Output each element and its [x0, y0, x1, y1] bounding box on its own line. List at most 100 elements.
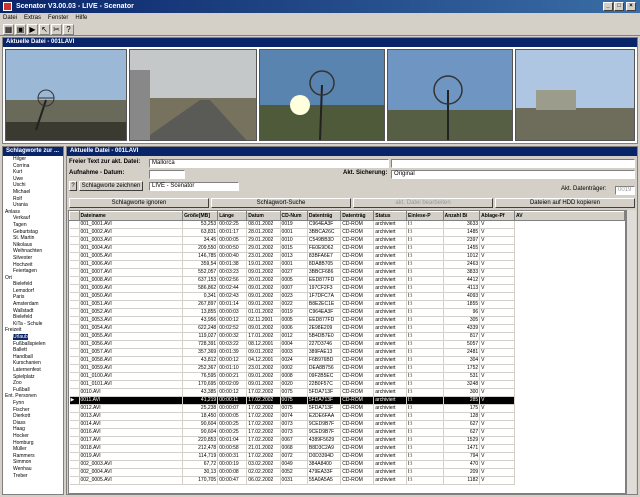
table-cell[interactable]: CD-ROM: [340, 396, 375, 405]
table-cell[interactable]: archiviert: [373, 420, 408, 429]
table-cell[interactable]: CD-ROM: [340, 460, 375, 469]
tree-item[interactable]: Müller: [5, 446, 63, 453]
table-cell[interactable]: B8D3C2A9: [307, 444, 342, 453]
table-cell[interactable]: EED877FD: [307, 316, 342, 325]
file-grid[interactable]: Dateiname Größe[MB] Länge Datum CD-Num Datent…: [68, 210, 626, 494]
table-cell[interactable]: I:\: [406, 308, 444, 317]
table-cell[interactable]: I:\: [406, 300, 444, 309]
tree-item[interactable]: Kurt: [5, 169, 63, 176]
table-cell[interactable]: archiviert: [373, 396, 408, 405]
table-cell[interactable]: I:\: [406, 260, 444, 269]
table-cell[interactable]: I:\: [406, 388, 444, 397]
tree-item[interactable]: Uwe: [5, 176, 63, 183]
table-row[interactable]: 002_0003.AVI 67,72 00:00:19 03.02.2002 0049 3…: [69, 460, 625, 469]
table-cell[interactable]: 17.02.2002: [246, 388, 281, 397]
table-row[interactable]: 002_0004.AVI 30,13 00:00:08 02.02.2002 0052 4…: [69, 468, 625, 477]
table-cell[interactable]: 170,695: [182, 380, 219, 389]
table-cell[interactable]: F6B976BD: [307, 356, 342, 365]
table-row[interactable]: 001_0054.AVI 622,248 00:02:52 09.01.2002 000…: [69, 324, 625, 333]
table-row[interactable]: 001_0005.AVI 146,785 00:00:40 23.01.2002 001…: [69, 252, 625, 261]
table-cell[interactable]: 1752: [443, 364, 481, 373]
table-cell[interactable]: 43,956: [182, 316, 219, 325]
tree-item[interactable]: KiTa - Schule: [5, 321, 63, 328]
table-cell[interactable]: 001_0009.AVI: [79, 284, 184, 293]
table-cell[interactable]: D0D3394D: [307, 452, 342, 461]
column-header[interactable]: Ablage-Pf: [479, 211, 516, 221]
table-cell[interactable]: V: [479, 444, 516, 453]
table-cell[interactable]: 114,719: [182, 452, 219, 461]
table-cell[interactable]: 17.01.2002: [246, 332, 281, 341]
table-cell[interactable]: 0049: [280, 460, 308, 469]
table-cell[interactable]: 00:00:08: [217, 468, 248, 477]
freetext-input[interactable]: Mallorca: [149, 159, 389, 168]
table-row[interactable]: 0016.AVI 90,604 00:00:25 17.02.2002 0073 9CED…: [69, 428, 625, 437]
table-cell[interactable]: 001_0058.AVI: [79, 356, 184, 365]
table-cell[interactable]: V: [479, 420, 516, 429]
table-cell[interactable]: 146,785: [182, 252, 219, 261]
table-cell[interactable]: 1855: [443, 300, 481, 309]
table-cell[interactable]: 22B0F57C: [307, 380, 342, 389]
table-cell[interactable]: 09.01.2002: [246, 268, 281, 277]
tree-item[interactable]: Diass: [5, 420, 63, 427]
table-cell[interactable]: 00:01:14: [217, 300, 248, 309]
table-cell[interactable]: 09.01.2002: [246, 300, 281, 309]
table-cell[interactable]: 43,385: [182, 388, 219, 397]
table-cell[interactable]: archiviert: [373, 348, 408, 357]
table-cell[interactable]: 0020: [280, 380, 308, 389]
table-cell[interactable]: 002_0003.AVI: [79, 460, 184, 469]
table-cell[interactable]: 2397: [443, 236, 481, 245]
column-header[interactable]: Datenträg: [306, 211, 342, 221]
table-cell[interactable]: 001_0101.AVI: [79, 380, 184, 389]
table-cell[interactable]: 1F7DFC7A: [307, 292, 342, 301]
tree-item[interactable]: Silvester: [5, 255, 63, 262]
table-cell[interactable]: 001_0055.AVI: [79, 332, 184, 341]
tree-item[interactable]: Lemsdorf: [5, 288, 63, 295]
column-header[interactable]: Größe[MB]: [182, 211, 219, 221]
table-cell[interactable]: 4412: [443, 276, 481, 285]
tree-item[interactable]: Treber: [5, 473, 63, 480]
table-cell[interactable]: CD-ROM: [340, 244, 375, 253]
table-cell[interactable]: archiviert: [373, 228, 408, 237]
table-cell[interactable]: 00:00:25: [217, 428, 248, 437]
table-cell[interactable]: I:\: [406, 420, 444, 429]
table-cell[interactable]: 267,897: [182, 300, 219, 309]
table-cell[interactable]: archiviert: [373, 340, 408, 349]
table-cell[interactable]: 0075: [280, 396, 308, 405]
tree-item[interactable]: Amsterdam: [5, 301, 63, 308]
table-cell[interactable]: CD-ROM: [340, 364, 375, 373]
tools-icon[interactable]: ✂: [51, 24, 62, 35]
table-cell[interactable]: CD-ROM: [340, 436, 375, 445]
column-header[interactable]: Dateiname: [78, 211, 184, 221]
table-cell[interactable]: 0010.AVI: [79, 388, 184, 397]
tree-item[interactable]: Haag: [5, 426, 63, 433]
table-cell[interactable]: I:\: [406, 236, 444, 245]
table-cell[interactable]: 0006: [280, 324, 308, 333]
help-button[interactable]: ?: [69, 181, 77, 191]
table-row[interactable]: 001_0003.AVI 34,45 00:00:05 29.01.2002 0010 C…: [69, 236, 625, 245]
table-cell[interactable]: 1182: [443, 476, 481, 485]
table-row[interactable]: 0018.AVI 212,478 00:00:58 21.01.2002 0068 B8D…: [69, 444, 625, 453]
table-cell[interactable]: 001_0006.AVI: [79, 260, 184, 269]
table-cell[interactable]: 170,705: [182, 476, 219, 485]
table-cell[interactable]: V: [479, 332, 516, 341]
play-icon[interactable]: ▶: [27, 24, 38, 35]
column-header[interactable]: Einlese-P: [406, 211, 444, 221]
table-cell[interactable]: CD-ROM: [340, 276, 375, 285]
table-cell[interactable]: archiviert: [373, 252, 408, 261]
table-cell[interactable]: 0010: [280, 236, 308, 245]
table-cell[interactable]: I:\: [406, 276, 444, 285]
table-cell[interactable]: V: [479, 476, 516, 485]
table-cell[interactable]: I:\: [406, 340, 444, 349]
tree-item[interactable]: Urlaub: [5, 334, 63, 341]
grid-scrollbar[interactable]: [626, 210, 636, 494]
table-row[interactable]: 001_0057.AVI 357,369 00:01:39 09.01.2002 000…: [69, 348, 625, 357]
table-cell[interactable]: V: [479, 268, 516, 277]
table-cell[interactable]: 0012.AVI: [79, 404, 184, 413]
table-cell[interactable]: 08.12.2001: [246, 340, 281, 349]
table-row[interactable]: 001_0059.AVI 252,367 00:01:10 23.01.2002 000…: [69, 364, 625, 373]
table-cell[interactable]: V: [479, 388, 516, 397]
tree-item[interactable]: Michael: [5, 189, 63, 196]
table-cell[interactable]: V: [479, 428, 516, 437]
table-cell[interactable]: 0068: [280, 444, 308, 453]
table-cell[interactable]: 1455: [443, 244, 481, 253]
